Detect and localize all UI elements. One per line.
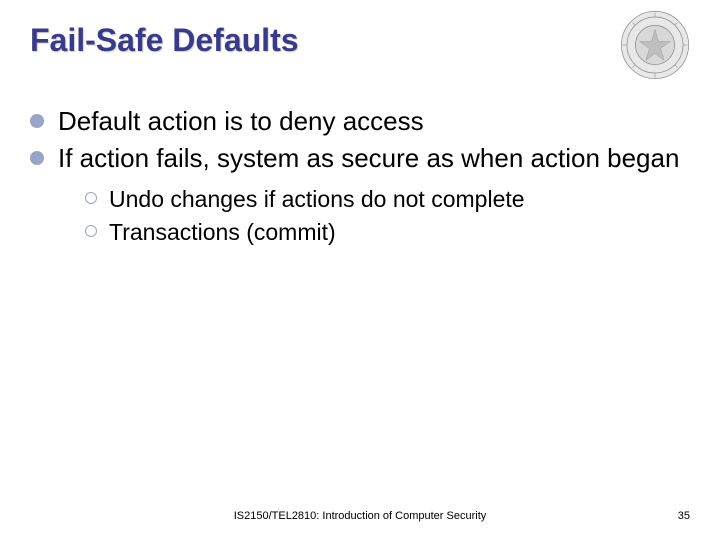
bullet-level1: If action fails, system as secure as whe…: [30, 142, 680, 175]
bullet-text: Transactions (commit): [109, 219, 336, 245]
page-number: 35: [678, 510, 690, 522]
bullet-text: If action fails, system as secure as whe…: [58, 143, 679, 173]
sub-bullet-group: Undo changes if actions do not complete …: [30, 184, 680, 248]
footer-text: IS2150/TEL2810: Introduction of Computer…: [0, 510, 720, 522]
circle-bullet-icon: [85, 225, 97, 237]
bullet-level2: Transactions (commit): [85, 217, 680, 248]
bullet-level2: Undo changes if actions do not complete: [85, 184, 680, 215]
slide: Fail-Safe Defaults Default action is to …: [0, 0, 720, 540]
circle-bullet-icon: [85, 192, 97, 204]
university-seal-icon: [620, 10, 690, 80]
bullet-text: Default action is to deny access: [58, 106, 424, 136]
bullet-text: Undo changes if actions do not complete: [109, 186, 525, 212]
bullet-level1: Default action is to deny access: [30, 105, 680, 138]
disc-bullet-icon: [30, 151, 44, 165]
slide-title: Fail-Safe Defaults: [30, 22, 299, 59]
content-area: Default action is to deny access If acti…: [30, 105, 680, 250]
disc-bullet-icon: [30, 114, 44, 128]
